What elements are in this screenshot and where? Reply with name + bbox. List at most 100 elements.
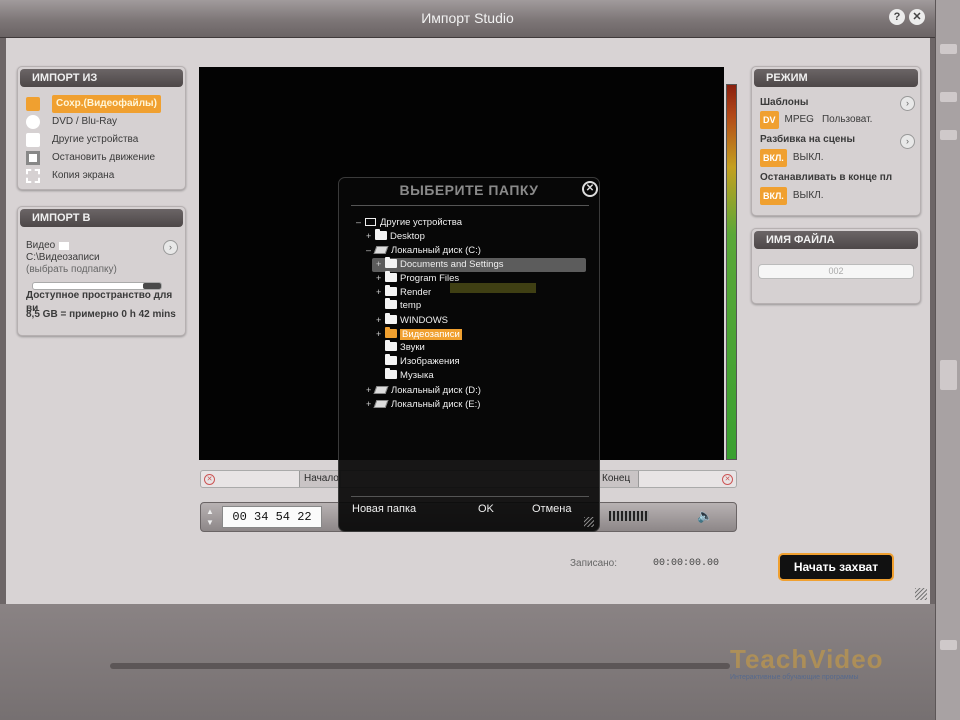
template-dv[interactable]: DV	[760, 111, 779, 129]
expander-icon[interactable]: +	[376, 313, 385, 327]
expander-icon[interactable]: +	[376, 285, 385, 299]
tree-node[interactable]: + Render	[376, 285, 431, 299]
folder-icon	[385, 340, 397, 351]
template-mpeg[interactable]: MPEG	[785, 111, 814, 129]
drive-icon	[373, 400, 389, 408]
expander-icon[interactable]: –	[356, 215, 365, 229]
close-icon[interactable]: ✕	[909, 9, 925, 25]
folder-icon	[385, 313, 397, 324]
folder-icon	[385, 285, 397, 296]
timeline-track	[110, 663, 730, 669]
tree-node[interactable]: + Локальный диск (E:)	[366, 397, 480, 411]
choose-subfolder-link[interactable]: (выбрать подпапку)	[26, 263, 117, 277]
volume-scale[interactable]	[609, 511, 649, 521]
stop-end-toggle: ВКЛ. ВЫКЛ.	[760, 187, 824, 205]
templates-label: Шаблоны	[760, 97, 809, 108]
source-item-stop-motion[interactable]: Остановить движение	[26, 149, 155, 167]
tree-node-label: Музыка	[400, 370, 434, 381]
tree-node[interactable]: + Program Files	[376, 271, 459, 285]
tree-node[interactable]: temp	[376, 298, 422, 313]
start-label[interactable]: Начало	[299, 471, 341, 487]
folder-icon	[385, 257, 397, 268]
drive-icon	[373, 386, 389, 394]
source-item-screen[interactable]: Копия экрана	[26, 167, 114, 185]
tree-node-label: Program Files	[400, 273, 460, 284]
tree-node[interactable]: – Локальный диск (C:)	[366, 243, 481, 257]
tree-node-label: WINDOWS	[400, 315, 449, 326]
import-from-panel: ИМПОРТ ИЗ Сохр.(Видеофайлы) DVD / Blu-Ra…	[17, 66, 186, 190]
scene-split-arrow-icon[interactable]: ›	[900, 134, 915, 149]
tree-node[interactable]: Музыка	[376, 368, 434, 383]
stop-end-off[interactable]: ВЫКЛ.	[793, 187, 824, 205]
tree-node[interactable]: Звуки	[376, 340, 425, 355]
resize-grip-icon[interactable]	[584, 517, 594, 527]
import-to-panel: ИМПОРТ ИЗ ИМПОРТ В Видео › C:\Видеозапис…	[17, 206, 186, 336]
source-item-files[interactable]: Сохр.(Видеофайлы)	[26, 95, 161, 113]
tree-node[interactable]: – Другие устройства	[356, 215, 462, 229]
scene-split-off[interactable]: ВЫКЛ.	[793, 149, 824, 167]
source-item-dvd[interactable]: DVD / Blu-Ray	[26, 113, 117, 131]
window-resize-grip-icon[interactable]	[915, 588, 927, 600]
cancel-button[interactable]: Отмена	[532, 503, 571, 515]
folder-icon	[385, 271, 397, 282]
dialog-title: ВЫБЕРИТЕ ПАПКУ	[399, 182, 539, 198]
start-capture-button[interactable]: Начать захват	[778, 553, 894, 581]
window-title: Импорт Studio	[421, 10, 514, 26]
tree-node[interactable]: + Локальный диск (D:)	[366, 383, 481, 397]
available-space-label: Доступное пространство для ви	[26, 289, 173, 314]
ok-button[interactable]: OK	[478, 503, 494, 515]
speaker-icon[interactable]: 🔈	[697, 508, 713, 524]
help-icon[interactable]: ?	[889, 9, 905, 25]
devices-icon	[26, 133, 40, 147]
screen-capture-icon	[26, 169, 40, 183]
stop-end-on[interactable]: ВКЛ.	[760, 187, 787, 205]
end-label[interactable]: Конец	[599, 471, 639, 487]
expander-icon[interactable]: +	[376, 257, 385, 271]
tree-node[interactable]: Изображения	[376, 354, 460, 369]
clear-start-icon[interactable]: ✕	[204, 474, 215, 485]
dialog-close-icon[interactable]: ✕	[582, 181, 598, 197]
browse-arrow-icon[interactable]: ›	[163, 240, 178, 255]
timecode-field[interactable]: 00 34 54 22	[222, 506, 322, 528]
monitor-icon	[365, 218, 376, 226]
tree-node-label: Render	[400, 287, 432, 298]
tooltip-shadow	[450, 283, 536, 293]
stop-end-label: Останавливать в конце пл	[760, 172, 893, 183]
scene-split-toggle: ВКЛ. ВЫКЛ.	[760, 149, 824, 167]
stop-motion-icon	[26, 151, 40, 165]
available-space-value: 8,5 GB = примерно 0 h 42 mins	[26, 309, 176, 320]
folder-icon	[385, 327, 397, 338]
template-custom[interactable]: Пользоват.	[822, 111, 872, 129]
watermark-logo: TeachVideo Интерактивные обучающие прогр…	[730, 644, 925, 688]
tree-node-label: temp	[400, 300, 422, 311]
background-window-edge	[935, 0, 960, 720]
tree-node-label: Звуки	[400, 342, 425, 353]
clear-end-icon[interactable]: ✕	[722, 474, 733, 485]
scene-split-label: Разбивка на сцены	[760, 134, 855, 145]
tree-node[interactable]: + WINDOWS	[376, 313, 448, 327]
folder-icon	[385, 298, 397, 309]
folder-icon	[385, 354, 397, 365]
tree-node[interactable]: + Documents and Settings	[376, 257, 504, 271]
filename-input[interactable]: 002	[758, 264, 914, 279]
tree-node[interactable]: + Desktop	[366, 229, 425, 243]
tree-node-label: Documents and Settings	[400, 259, 504, 270]
disc-icon	[26, 115, 40, 129]
expander-icon[interactable]: +	[366, 229, 375, 243]
expander-icon[interactable]: +	[376, 327, 385, 341]
source-item-devices[interactable]: Другие устройства	[26, 131, 138, 149]
timecode-spinner-icon[interactable]: ▲ ▼	[206, 506, 214, 528]
tree-node-label: Локальный диск (C:)	[391, 245, 481, 256]
tree-node[interactable]: + Видеозаписи	[376, 327, 462, 341]
filename-header: ИМЯ ФАЙЛА	[754, 231, 918, 249]
recorded-value: 00:00:00.00	[653, 558, 720, 569]
tree-node-label: Desktop	[390, 231, 425, 242]
expander-icon[interactable]: +	[376, 271, 385, 285]
mode-header: РЕЖИМ	[754, 69, 918, 87]
watermark-brand: TeachVideo	[730, 644, 884, 674]
scene-split-on[interactable]: ВКЛ.	[760, 149, 787, 167]
templates-arrow-icon[interactable]: ›	[900, 96, 915, 111]
tree-node-label: Локальный диск (E:)	[391, 399, 481, 410]
new-folder-button[interactable]: Новая папка	[352, 503, 416, 515]
import-to-header: ИМПОРТ В	[20, 209, 183, 227]
